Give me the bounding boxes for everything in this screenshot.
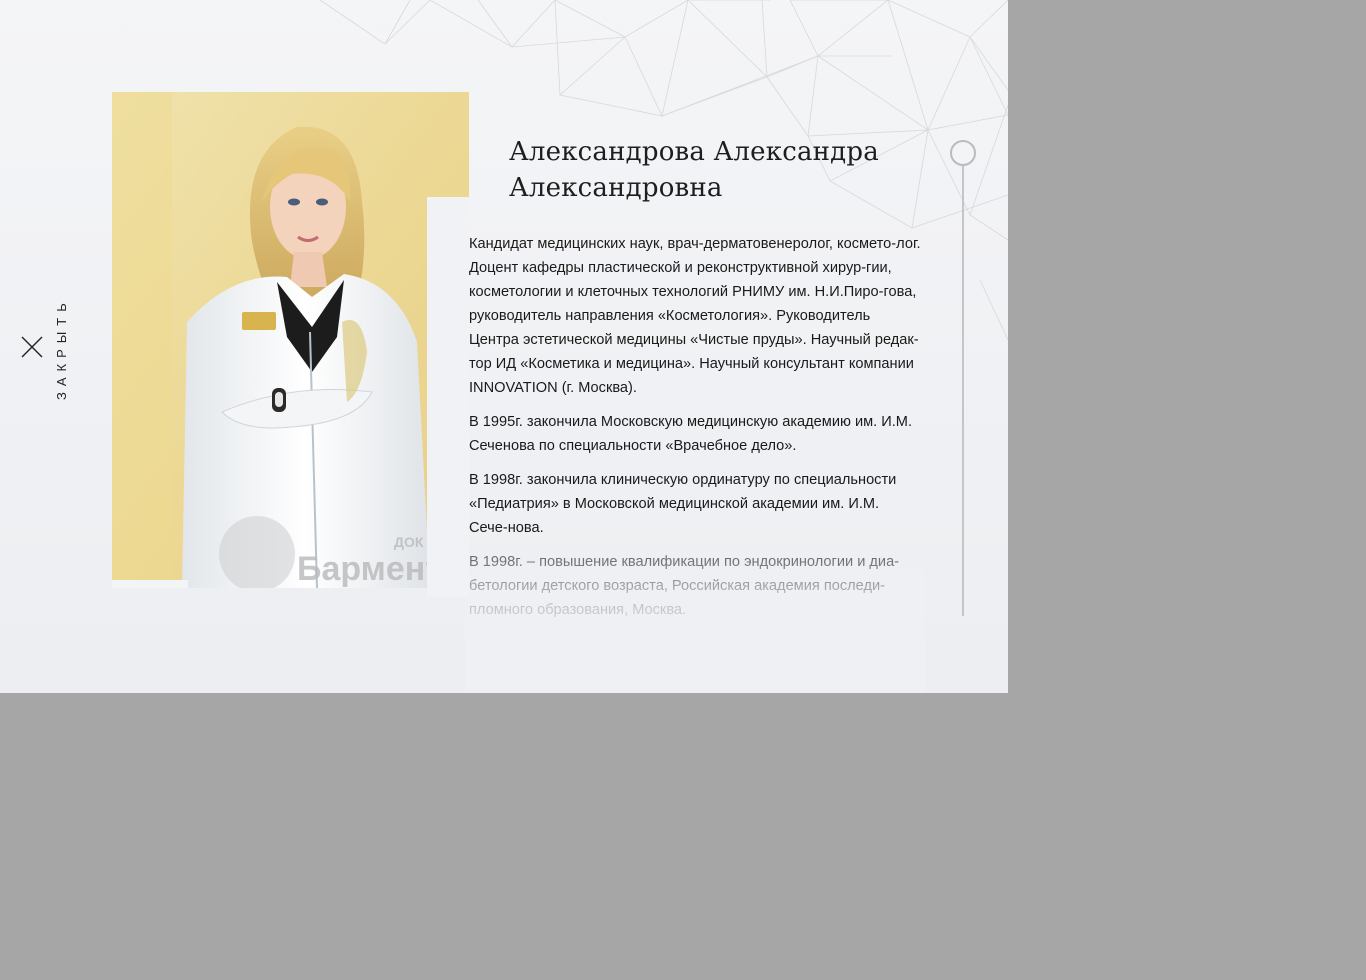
- doctor-bio: Кандидат медицинских наук, врач-дерматов…: [469, 232, 921, 632]
- doctor-photo: Бармента ДОК: [112, 92, 469, 588]
- photo-notch: [427, 197, 469, 597]
- photo-watermark-small: ДОК: [394, 534, 424, 550]
- close-label[interactable]: ЗАКРЫТЬ: [54, 297, 69, 400]
- bio-paragraph: В 1995г. закончила Московскую медицинску…: [469, 414, 913, 454]
- doctor-portrait-image: Бармента ДОК: [112, 92, 469, 588]
- bio-paragraph: В 1998г. закончила клиническую ординатур…: [469, 472, 897, 536]
- scroll-track[interactable]: [962, 166, 964, 616]
- doctor-name-line-2: Александровна: [509, 173, 723, 203]
- bio-paragraph: В 1998г. – повышение квалификации по энд…: [469, 554, 900, 618]
- doctor-name: Александрова Александра Александровна: [509, 134, 929, 206]
- scroll-thumb-icon[interactable]: [950, 140, 976, 166]
- scrollbar[interactable]: [950, 140, 976, 618]
- close-button[interactable]: ЗАКРЫТЬ: [16, 280, 76, 410]
- doctor-modal: ЗАКРЫТЬ Бармента ДОК Александрова Алекса…: [0, 0, 1008, 693]
- doctor-name-line-1: Александрова Александра: [509, 137, 879, 167]
- close-icon[interactable]: [20, 335, 44, 359]
- bio-paragraph: Кандидат медицинских наук, врач-дерматов…: [469, 236, 921, 396]
